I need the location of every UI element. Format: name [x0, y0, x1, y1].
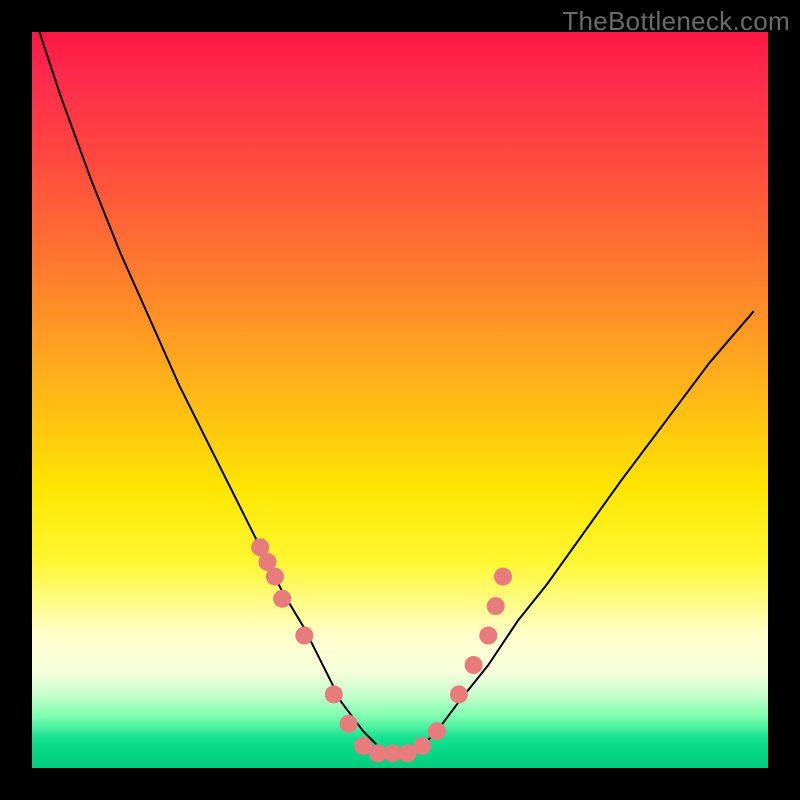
data-point: [295, 627, 313, 645]
data-point: [479, 627, 497, 645]
plot-area: [32, 32, 768, 768]
curve-path: [39, 32, 753, 753]
data-point: [428, 722, 446, 740]
data-point: [465, 656, 483, 674]
data-point: [340, 715, 358, 733]
watermark-text: TheBottleneck.com: [562, 6, 790, 37]
data-point: [273, 590, 291, 608]
data-point: [494, 568, 512, 586]
data-point: [487, 597, 505, 615]
data-point: [266, 568, 284, 586]
data-point: [325, 685, 343, 703]
data-point: [413, 737, 431, 755]
data-point: [450, 685, 468, 703]
chart-stage: TheBottleneck.com: [0, 0, 800, 800]
chart-svg: [32, 32, 768, 768]
